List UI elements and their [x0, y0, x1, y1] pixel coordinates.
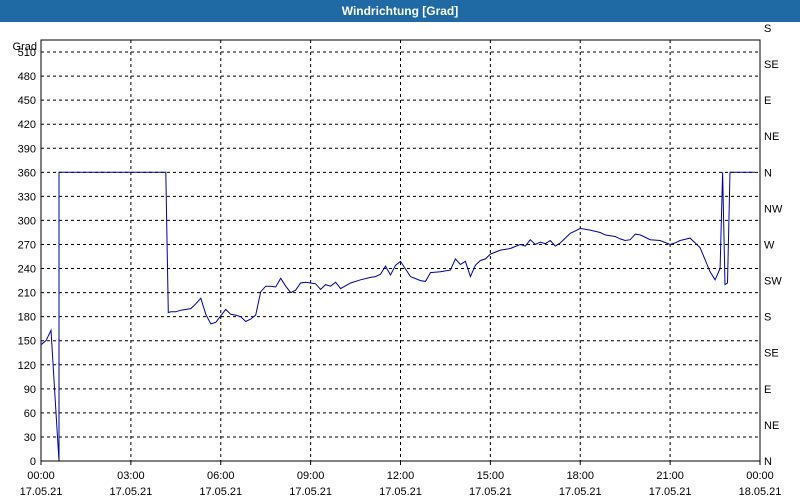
x-tick-time: 12:00 — [387, 470, 415, 482]
y-tick-label: 390 — [18, 143, 36, 155]
y-tick-label: 0 — [30, 456, 36, 468]
right-axis-label: NE — [764, 131, 779, 143]
x-tick-date: 17.05.21 — [109, 486, 152, 498]
right-axis-label: N — [764, 167, 772, 179]
y-tick-label: 360 — [18, 167, 36, 179]
y-tick-label: 240 — [18, 264, 36, 276]
x-tick-time: 21:00 — [656, 470, 684, 482]
right-axis-label: NW — [764, 203, 783, 215]
x-tick-date: 17.05.21 — [649, 486, 692, 498]
y-tick-label: 420 — [18, 119, 36, 131]
x-tick-time: 03:00 — [117, 470, 145, 482]
right-axis-label: S — [764, 23, 771, 35]
x-tick-time: 00:00 — [746, 470, 774, 482]
right-axis-label: W — [764, 239, 775, 251]
y-tick-label: 180 — [18, 312, 36, 324]
y-tick-label: 270 — [18, 239, 36, 251]
x-tick-time: 00:00 — [27, 470, 55, 482]
y-tick-label: 450 — [18, 95, 36, 107]
right-axis-label: SE — [764, 348, 779, 360]
x-tick-time: 06:00 — [207, 470, 235, 482]
right-axis-label: E — [764, 384, 771, 396]
y-tick-label: 330 — [18, 191, 36, 203]
y-tick-label: 210 — [18, 288, 36, 300]
y-tick-label: 60 — [24, 408, 36, 420]
y-tick-label: 120 — [18, 360, 36, 372]
y-tick-label: 300 — [18, 215, 36, 227]
y-tick-label: 480 — [18, 71, 36, 83]
x-tick-time: 15:00 — [477, 470, 505, 482]
x-tick-date: 17.05.21 — [379, 486, 422, 498]
y-tick-label: 90 — [24, 384, 36, 396]
right-axis-label: S — [764, 312, 771, 324]
y-tick-label: 150 — [18, 336, 36, 348]
x-tick-date: 17.05.21 — [199, 486, 242, 498]
y-tick-label: 30 — [24, 432, 36, 444]
right-axis-label: E — [764, 95, 771, 107]
wind-direction-chart: 0 30 60 90 120 150 180 210 240 270 300 330 360 390 420… — [13, 23, 783, 498]
right-axis-label: SE — [764, 59, 779, 71]
right-axis-label: N — [764, 456, 772, 468]
right-axis-label: SW — [764, 276, 782, 288]
y-axis-label: Grad — [13, 41, 37, 53]
x-tick-time: 18:00 — [566, 470, 594, 482]
x-tick-date: 17.05.21 — [469, 486, 512, 498]
x-tick-date: 17.05.21 — [20, 486, 63, 498]
x-tick-date: 18.05.21 — [739, 486, 782, 498]
x-tick-time: 09:00 — [297, 470, 325, 482]
x-tick-date: 17.05.21 — [289, 486, 332, 498]
right-axis-label: NE — [764, 420, 779, 432]
x-tick-date: 17.05.21 — [559, 486, 602, 498]
